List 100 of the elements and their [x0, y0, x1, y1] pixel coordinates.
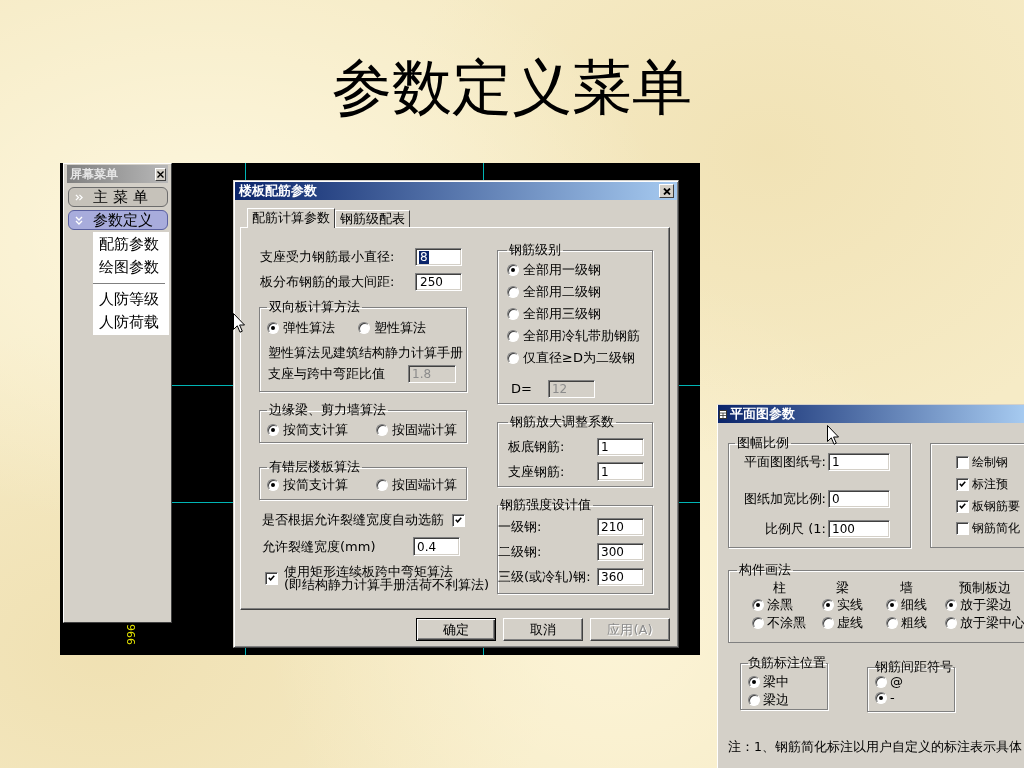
window-title: 平面图参数: [730, 406, 795, 422]
column-header: 预制板边: [959, 581, 1011, 595]
radio-button[interactable]: 细线: [886, 597, 927, 613]
field-label: 板分布钢筋的最大间距:: [260, 274, 395, 290]
grid-line: [679, 502, 700, 503]
checkbox[interactable]: 绘制钢: [956, 454, 1008, 470]
close-icon: [157, 170, 164, 178]
dialog-button[interactable]: 取消: [503, 618, 583, 641]
radio-button[interactable]: -: [875, 690, 895, 706]
field-value: 250: [419, 275, 444, 289]
radio-button[interactable]: 仅直径≥D为二级钢: [507, 347, 635, 369]
radio-button[interactable]: 全部用冷轧带肋钢筋: [507, 325, 640, 347]
double-chevron-down-icon: [75, 215, 83, 225]
grid-line: [172, 502, 233, 503]
checkbox[interactable]: 标注预: [956, 476, 1008, 492]
input-field[interactable]: 250: [415, 273, 462, 291]
field-label: 允许裂缝宽度(mm): [262, 538, 376, 555]
radio-button[interactable]: 塑性算法: [358, 320, 426, 336]
drawing-text: 966: [125, 624, 136, 645]
radio-button[interactable]: @: [875, 674, 903, 690]
menu-item[interactable]: 配筋参数: [99, 233, 159, 256]
radio-button[interactable]: 涂黑: [752, 597, 793, 613]
menu-button[interactable]: 主 菜 单: [68, 187, 168, 207]
cursor-icon: [827, 425, 839, 445]
double-chevron-right-icon: [75, 192, 83, 202]
field-label: 三级(或冷轧)钢:: [498, 569, 591, 585]
menu-item[interactable]: 人防等级: [99, 288, 159, 311]
close-button[interactable]: [155, 167, 166, 181]
group-title: 负筋标注位置: [748, 656, 826, 670]
input-field[interactable]: 0: [828, 490, 890, 508]
field-label: 平面图图纸号:: [743, 454, 826, 470]
radio-button[interactable]: 全部用三级钢: [507, 303, 601, 325]
grid-line: [483, 648, 484, 655]
group-title: 图幅比例: [736, 436, 790, 450]
menu-item[interactable]: 绘图参数: [99, 256, 159, 279]
radio-button[interactable]: 虚线: [822, 615, 863, 631]
group-title: 钢筋间距符号: [875, 660, 953, 674]
hint-text: 塑性算法见建筑结构静力计算手册: [268, 345, 463, 361]
input-field[interactable]: 1: [597, 438, 644, 456]
tab[interactable]: 配筋计算参数: [247, 208, 335, 228]
tab[interactable]: 钢筋级配表: [335, 210, 410, 227]
field-label: 支座与跨中弯距比值: [268, 366, 385, 382]
window-icon: [719, 409, 727, 419]
radio-button[interactable]: 粗线: [886, 615, 927, 631]
menu-button[interactable]: 参数定义: [68, 210, 168, 230]
panel-title: 屏幕菜单: [70, 167, 118, 181]
grid-line: [172, 385, 233, 386]
grid-line: [245, 163, 246, 180]
slide-title: 参数定义菜单: [332, 58, 692, 118]
group-title: 构件画法: [738, 563, 792, 577]
field-label: 一级钢:: [498, 519, 542, 535]
input-field[interactable]: 1: [597, 462, 644, 481]
radio-button[interactable]: 弹性算法: [267, 320, 358, 336]
dialog-button[interactable]: 确定: [416, 618, 496, 641]
input-field[interactable]: 100: [828, 520, 890, 538]
group-title: 钢筋放大调整系数: [509, 415, 615, 429]
input-field[interactable]: 360: [597, 568, 644, 586]
radio-button[interactable]: 按简支计算: [267, 477, 376, 493]
radio-button[interactable]: 按固端计算: [376, 477, 457, 493]
radio-button[interactable]: 梁边: [748, 692, 789, 708]
field-label: 图纸加宽比例:: [743, 491, 826, 507]
note-text: 注：1、钢筋简化标注以用户自定义的标注表示具体: [728, 739, 1022, 755]
field-label: 支座受力钢筋最小直径:: [260, 249, 395, 265]
column-header: 梁: [836, 581, 849, 595]
window-title: 楼板配筋参数: [239, 183, 317, 199]
radio-button[interactable]: 按固端计算: [376, 422, 457, 438]
group-title: 双向板计算方法: [268, 300, 361, 314]
grid-line: [245, 648, 246, 655]
grid-line: [679, 385, 700, 386]
radio-button[interactable]: 放于梁中心: [945, 615, 1024, 631]
field-label: 支座钢筋:: [508, 463, 565, 480]
input-field[interactable]: 1: [828, 453, 890, 471]
radio-button[interactable]: 全部用二级钢: [507, 281, 601, 303]
checkbox[interactable]: 使用矩形连续板跨中弯矩算法 (即结构静力计算手册活荷不利算法): [259, 565, 494, 591]
radio-button[interactable]: 实线: [822, 597, 863, 613]
column-header: 墙: [900, 581, 913, 595]
radio-button[interactable]: 梁中: [748, 674, 789, 690]
radio-button[interactable]: 放于梁边: [945, 597, 1012, 613]
field-label: 二级钢:: [498, 544, 542, 560]
close-button[interactable]: [659, 184, 674, 198]
radio-button[interactable]: 全部用一级钢: [507, 259, 601, 281]
field-label: 板底钢筋:: [508, 439, 565, 455]
group-title: 有错层楼板算法: [268, 460, 361, 474]
radio-button[interactable]: 不涂黑: [752, 615, 806, 631]
group-title: 边缘梁、剪力墙算法: [268, 403, 387, 417]
radio-button[interactable]: 按简支计算: [267, 422, 376, 438]
input-field[interactable]: 210: [597, 518, 644, 536]
grid-line: [483, 163, 484, 180]
field-label: 比例尺 (1:: [765, 521, 826, 537]
input-field[interactable]: 0.4: [413, 537, 460, 556]
group-title: 钢筋强度设计值: [499, 498, 592, 512]
field-value: 8: [419, 250, 429, 264]
checkbox[interactable]: 钢筋简化: [956, 520, 1020, 536]
menu-item[interactable]: 人防荷载: [99, 311, 159, 334]
checkbox[interactable]: 板钢筋要: [956, 498, 1020, 514]
column-header: 柱: [772, 581, 786, 595]
input-field[interactable]: 8: [415, 248, 462, 266]
input-field[interactable]: 300: [597, 543, 644, 561]
field-label: D=: [511, 381, 532, 397]
checkbox[interactable]: 是否根据允许裂缝宽度自动选筋: [259, 512, 467, 528]
